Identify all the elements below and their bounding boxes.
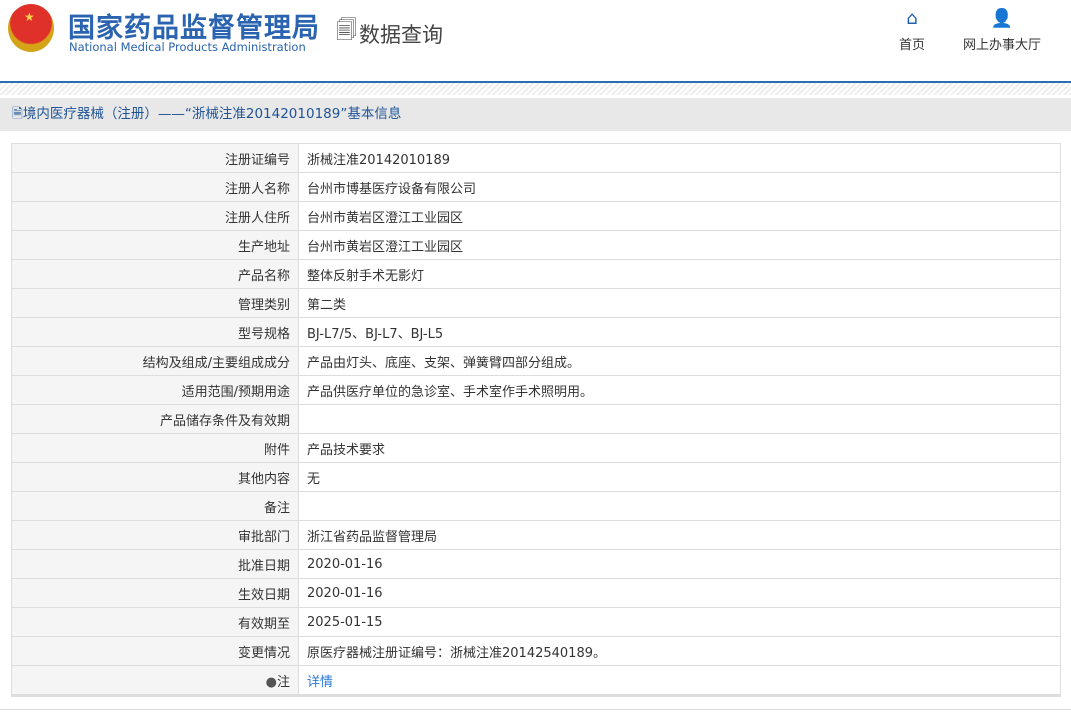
site-header: ★ 国家药品监督管理局 National Medical Products Ad…	[0, 0, 1071, 83]
field-value: 2020-01-16	[298, 578, 1061, 608]
page-title: 🗎境内医疗器械（注册）——“浙械注准20142010189”基本信息	[0, 98, 1071, 131]
field-value: 浙械注准20142010189	[298, 143, 1061, 173]
field-value: 整体反射手术无影灯	[298, 259, 1061, 289]
field-label: 结构及组成/主要组成成分	[11, 346, 299, 376]
field-label: 适用范围/预期用途	[11, 375, 299, 405]
table-row: 有效期至 2025-01-15	[11, 607, 1061, 637]
field-value: 原医疗器械注册证编号：浙械注准20142540189。	[298, 636, 1061, 666]
nav-online-hall[interactable]: 👤 网上办事大厅	[962, 8, 1042, 53]
field-value: 台州市博基医疗设备有限公司	[298, 172, 1061, 202]
footer-divider	[0, 709, 1071, 710]
national-emblem-logo: ★	[8, 4, 54, 52]
field-label: 生效日期	[11, 578, 299, 608]
table-row: 生效日期 2020-01-16	[11, 578, 1061, 608]
table-row: 备注	[11, 491, 1061, 521]
table-row: 变更情况 原医疗器械注册证编号：浙械注准20142540189。	[11, 636, 1061, 666]
field-value: 产品供医疗单位的急诊室、手术室作手术照明用。	[298, 375, 1061, 405]
table-row: 批准日期 2020-01-16	[11, 549, 1061, 579]
field-label: 其他内容	[11, 462, 299, 492]
detail-table: 注册证编号 浙械注准20142010189 注册人名称 台州市博基医疗设备有限公司 注册…	[11, 143, 1061, 697]
data-query-heading: 🗐 数据查询	[336, 16, 443, 51]
field-label: 审批部门	[11, 520, 299, 550]
field-label: 有效期至	[11, 607, 299, 637]
field-label: 产品储存条件及有效期	[11, 404, 299, 434]
field-label: 生产地址	[11, 230, 299, 260]
field-value: 台州市黄岩区澄江工业园区	[298, 230, 1061, 260]
document-search-icon: 🗐	[336, 18, 357, 42]
table-row: 附件 产品技术要求	[11, 433, 1061, 463]
field-label: 产品名称	[11, 259, 299, 289]
table-row: 型号规格 BJ-L7/5、BJ-L7、BJ-L5	[11, 317, 1061, 347]
field-value: 浙江省药品监督管理局	[298, 520, 1061, 550]
table-row: 生产地址 台州市黄岩区澄江工业园区	[11, 230, 1061, 260]
field-value: 2025-01-15	[298, 607, 1061, 637]
home-icon: ⌂	[906, 8, 918, 29]
field-value	[298, 404, 1061, 434]
table-row-note: ●注 详情	[11, 665, 1061, 696]
field-value: 详情	[298, 665, 1061, 696]
logo-subtitle: National Medical Products Administration	[69, 40, 306, 54]
field-value: 第二类	[298, 288, 1061, 318]
table-row: 其他内容无	[11, 462, 1061, 492]
table-row: 管理类别 第二类	[11, 288, 1061, 318]
table-row: 结构及组成/主要组成成分 产品由灯头、底座、支架、弹簧臂四部分组成。	[11, 346, 1061, 376]
user-icon: 👤	[990, 8, 1014, 29]
field-label: 注册人名称	[11, 172, 299, 202]
field-label: 注册人住所	[11, 201, 299, 231]
field-label: 管理类别	[11, 288, 299, 318]
divider-stripe	[0, 83, 1071, 95]
table-row: 产品名称 整体反射手术无影灯	[11, 259, 1061, 289]
field-label: 型号规格	[11, 317, 299, 347]
field-label: ●注	[11, 665, 299, 696]
field-value: 无	[298, 462, 1061, 492]
pin-icon: ●	[265, 674, 277, 690]
field-value: 台州市黄岩区澄江工业园区	[298, 201, 1061, 231]
field-value: 产品由灯头、底座、支架、弹簧臂四部分组成。	[298, 346, 1061, 376]
field-label: 备注	[11, 491, 299, 521]
field-value: BJ-L7/5、BJ-L7、BJ-L5	[298, 317, 1061, 347]
table-row: 审批部门 浙江省药品监督管理局	[11, 520, 1061, 550]
nav-home[interactable]: ⌂ 首页	[895, 8, 929, 53]
table-row: 注册证编号 浙械注准20142010189	[11, 143, 1061, 173]
table-row: 适用范围/预期用途 产品供医疗单位的急诊室、手术室作手术照明用。	[11, 375, 1061, 405]
field-label: 变更情况	[11, 636, 299, 666]
table-row: 注册人住所 台州市黄岩区澄江工业园区	[11, 201, 1061, 231]
field-value	[298, 491, 1061, 521]
field-value: 2020-01-16	[298, 549, 1061, 579]
table-row: 产品储存条件及有效期	[11, 404, 1061, 434]
field-label: 注册证编号	[11, 143, 299, 173]
details-link[interactable]: 详情	[307, 675, 333, 690]
field-label: 附件	[11, 433, 299, 463]
field-value: 产品技术要求	[298, 433, 1061, 463]
table-row: 注册人名称 台州市博基医疗设备有限公司	[11, 172, 1061, 202]
field-label: 批准日期	[11, 549, 299, 579]
document-icon: 🗎	[12, 106, 23, 122]
